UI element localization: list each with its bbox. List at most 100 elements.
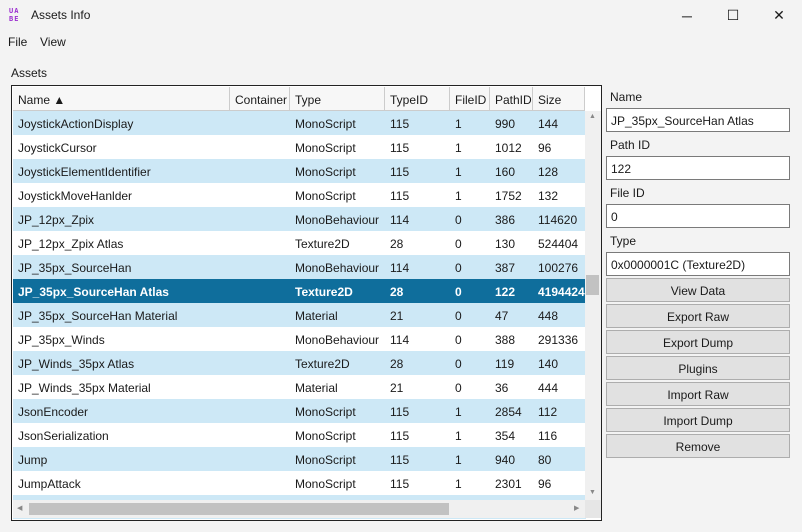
table-row[interactable]: JoystickElementIdentifier MonoScript 115 1 1… [13, 159, 586, 183]
scroll-down-icon[interactable]: ▼ [589, 489, 596, 496]
cell-pathid: 990 [495, 117, 516, 131]
cell-name: JP_12px_Zpix Atlas [18, 237, 124, 251]
name-label: Name [610, 90, 643, 104]
table-row[interactable]: JP_35px_SourceHan Material Material 21 0 47 4… [13, 303, 586, 327]
app-logo-icon: UA BE [9, 7, 20, 23]
table-row[interactable]: Jump MonoScript 115 1 940 80 [13, 447, 586, 471]
cell-size: 4194424 [538, 285, 585, 299]
table-row[interactable]: JP_12px_Zpix Atlas Texture2D 28 0 130 524404 [13, 231, 586, 255]
table-row[interactable]: JoystickActionDisplay MonoScript 115 1 990 14… [13, 111, 586, 135]
column-header-fileid[interactable]: FileID [450, 87, 490, 111]
export-dump-button[interactable]: Export Dump [606, 330, 790, 354]
view-data-button[interactable]: View Data [606, 278, 790, 302]
file-id-field[interactable]: 0 [606, 204, 790, 228]
title-bar: UA BE Assets Info ─ ☐ ✕ [0, 0, 802, 31]
cell-pathid: 1012 [495, 141, 522, 155]
cell-fileid: 1 [455, 477, 462, 491]
cell-size: 144 [538, 117, 559, 131]
cell-fileid: 1 [455, 453, 462, 467]
file-id-label: File ID [610, 186, 645, 200]
column-header-container[interactable]: Container [230, 87, 290, 111]
path-id-field[interactable]: 122 [606, 156, 790, 180]
cell-name: JP_35px_Winds [18, 333, 105, 347]
table-row[interactable]: JP_35px_SourceHan MonoBehaviour 114 0 387 100… [13, 255, 586, 279]
table-row[interactable]: JsonSerialization MonoScript 115 1 354 116 [13, 423, 586, 447]
cell-pathid: 122 [495, 285, 516, 299]
horizontal-scroll-thumb[interactable] [29, 503, 449, 515]
import-dump-button[interactable]: Import Dump [606, 408, 790, 432]
cell-typeid: 115 [390, 429, 410, 443]
table-row[interactable]: JsonEncoder MonoScript 115 1 2854 112 [13, 399, 586, 423]
vertical-scroll-thumb[interactable] [586, 275, 599, 295]
cell-size: 140 [538, 357, 559, 371]
cell-name: JP_Winds_35px Material [18, 381, 151, 395]
cell-size: 80 [538, 453, 552, 467]
cell-name: JoystickActionDisplay [18, 117, 134, 131]
plugins-button[interactable]: Plugins [606, 356, 790, 380]
column-header-size[interactable]: Size [533, 87, 585, 111]
name-field[interactable]: JP_35px_SourceHan Atlas [606, 108, 790, 132]
cell-type: Texture2D [295, 237, 350, 251]
table-row[interactable]: JoystickMoveHanlder MonoScript 115 1 1752 132 [13, 183, 586, 207]
menu-file[interactable]: File [8, 35, 27, 49]
table-row[interactable]: JP_Winds_35px Material Material 21 0 36 444 [13, 375, 586, 399]
cell-fileid: 0 [455, 261, 462, 275]
close-button[interactable]: ✕ [756, 0, 802, 31]
column-header-type[interactable]: Type [290, 87, 385, 111]
cell-name: Jump [18, 453, 48, 467]
cell-fileid: 1 [455, 429, 462, 443]
table-row[interactable]: JP_12px_Zpix MonoBehaviour 114 0 386 114620 [13, 207, 586, 231]
table-row[interactable]: JoystickCursor MonoScript 115 1 1012 96 [13, 135, 586, 159]
cell-typeid: 28 [390, 237, 404, 251]
assets-label: Assets [11, 66, 48, 80]
column-header-name[interactable]: Name ▲ [13, 87, 230, 111]
cell-fileid: 1 [455, 189, 462, 203]
cell-type: MonoBehaviour [295, 261, 380, 275]
column-header-pathid[interactable]: PathID [490, 87, 533, 111]
table-row[interactable]: JumpAttack MonoScript 115 1 2301 96 [13, 471, 586, 495]
cell-pathid: 388 [495, 333, 516, 347]
cell-typeid: 28 [390, 357, 404, 371]
horizontal-scrollbar[interactable]: ◀ ▶ [13, 500, 586, 518]
table-row[interactable]: JP_Winds_35px Atlas Texture2D 28 0 119 140 [13, 351, 586, 375]
cell-typeid: 115 [390, 405, 410, 419]
cell-fileid: 1 [455, 165, 462, 179]
cell-size: 448 [538, 309, 559, 323]
cell-fileid: 0 [455, 309, 462, 323]
cell-fileid: 0 [455, 285, 462, 299]
cell-pathid: 2854 [495, 405, 522, 419]
scroll-right-icon[interactable]: ▶ [574, 504, 579, 512]
cell-name: JoystickMoveHanlder [18, 189, 133, 203]
cell-type: MonoScript [295, 453, 356, 467]
import-raw-button[interactable]: Import Raw [606, 382, 790, 406]
menu-view[interactable]: View [40, 35, 66, 49]
cell-typeid: 28 [390, 285, 404, 299]
cell-pathid: 386 [495, 213, 516, 227]
minimize-button[interactable]: ─ [664, 0, 710, 31]
cell-type: MonoScript [295, 141, 356, 155]
cell-pathid: 119 [495, 357, 515, 371]
cell-type: MonoScript [295, 429, 356, 443]
cell-pathid: 36 [495, 381, 509, 395]
scroll-up-icon[interactable]: ▲ [589, 113, 596, 120]
export-raw-button[interactable]: Export Raw [606, 304, 790, 328]
type-label: Type [610, 234, 637, 248]
maximize-button[interactable]: ☐ [710, 0, 756, 31]
cell-type: Texture2D [295, 357, 350, 371]
scroll-left-icon[interactable]: ◀ [17, 504, 22, 512]
cell-pathid: 2301 [495, 477, 522, 491]
cell-size: 444 [538, 381, 559, 395]
cell-size: 128 [538, 165, 559, 179]
table-row[interactable]: JP_35px_SourceHan Atlas Texture2D 28 0 122 41… [13, 279, 586, 303]
remove-button[interactable]: Remove [606, 434, 790, 458]
cell-type: MonoBehaviour [295, 333, 380, 347]
vertical-scrollbar[interactable]: ▲ ▼ [585, 111, 601, 501]
path-id-label: Path ID [610, 138, 651, 152]
column-header-typeid[interactable]: TypeID [385, 87, 450, 111]
cell-type: MonoScript [295, 477, 356, 491]
cell-size: 524404 [538, 237, 579, 251]
cell-size: 100276 [538, 261, 579, 275]
table-row[interactable]: JP_35px_Winds MonoBehaviour 114 0 388 291336 [13, 327, 586, 351]
type-field[interactable]: 0x0000001C (Texture2D) [606, 252, 790, 276]
cell-fileid: 0 [455, 333, 462, 347]
